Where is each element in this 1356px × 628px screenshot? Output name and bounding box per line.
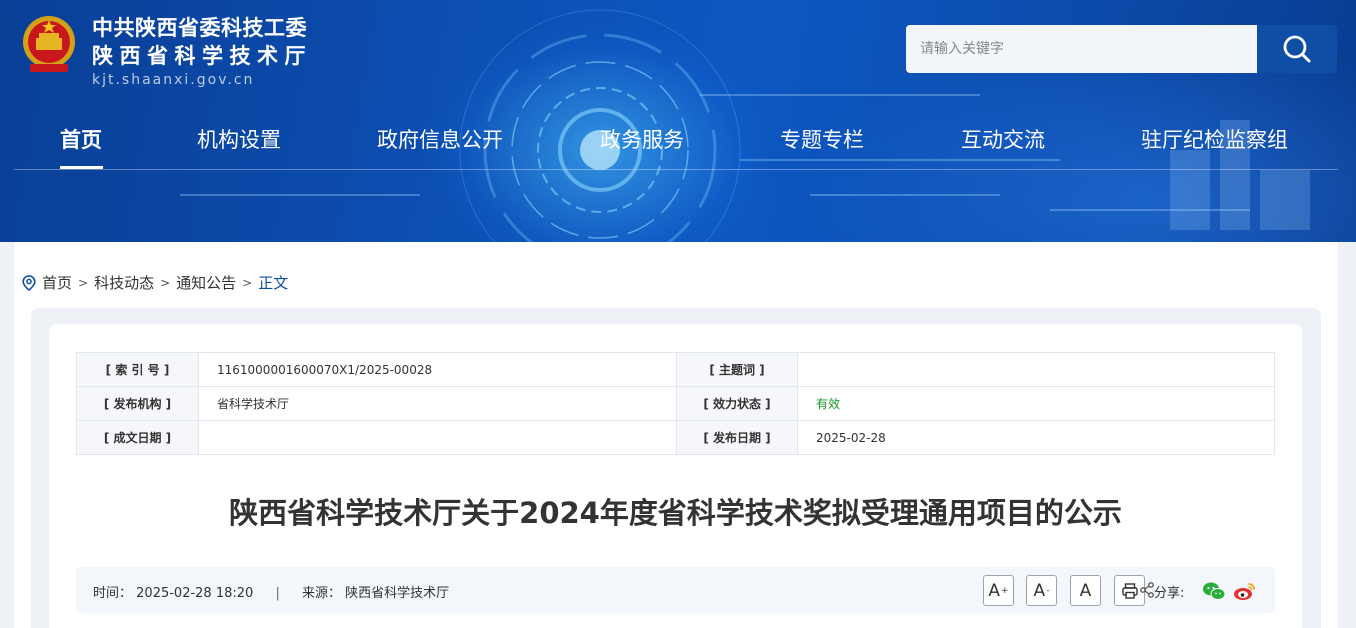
breadcrumb-home[interactable]: 首页: [42, 272, 72, 293]
site-name-primary: 中共陕西省委科技工委: [92, 16, 307, 40]
site-header: 中共陕西省委科技工委 陕西省科学技术厅 kjt.shaanxi.gov.cn 首…: [0, 0, 1356, 242]
meta-value-status: 有效: [797, 386, 1275, 421]
nav-item-discipline[interactable]: 驻厅纪检监察组: [1141, 124, 1288, 154]
printer-icon: [1121, 582, 1138, 599]
font-normal-label: A: [1079, 580, 1092, 601]
article-title: 陕西省科学技术厅关于2024年度省科学技术奖拟受理通用项目的公示: [229, 496, 1122, 530]
publish-time: 2025-02-28 18:20: [136, 586, 254, 601]
font-larger-button[interactable]: A +: [983, 575, 1014, 606]
national-emblem-icon: [23, 16, 75, 72]
font-larger-label: A: [988, 580, 1001, 601]
article-info: 时间： 2025-02-28 18:20 | 来源： 陕西省科学技术厅: [93, 582, 449, 601]
time-label: 时间：: [93, 586, 133, 601]
share-label: 分享:: [1154, 586, 1185, 601]
search-icon: [1283, 35, 1311, 63]
breadcrumb-separator: >: [160, 275, 171, 290]
breadcrumb-current: 正文: [258, 274, 289, 292]
main-nav: 首页 机构设置 政府信息公开 政务服务 专题专栏 互动交流 驻厅纪检监察组: [0, 110, 1356, 170]
meta-label-pubdate: [ 发布日期 ]: [676, 420, 798, 455]
search-input[interactable]: [906, 25, 1257, 73]
meta-label-created: [ 成文日期 ]: [76, 420, 199, 455]
table-row: [ 成文日期 ] [ 发布日期 ] 2025-02-28: [76, 420, 1275, 455]
source-label: 来源：: [301, 586, 341, 601]
breadcrumb-notices[interactable]: 通知公告: [176, 272, 236, 293]
meta-value-created: [198, 420, 677, 455]
nav-item-gov-info[interactable]: 政府信息公开: [377, 124, 503, 154]
meta-label-keyword: [ 主题词 ]: [676, 352, 798, 387]
meta-value-index: 1161000001600070X1/2025-00028: [198, 352, 677, 387]
content-wrapper: [ 索 引 号 ] 1161000001600070X1/2025-00028 …: [31, 308, 1321, 628]
site-domain: kjt.shaanxi.gov.cn: [92, 72, 255, 88]
meta-value-pubdate: 2025-02-28: [797, 420, 1275, 455]
source-value: 陕西省科学技术厅: [345, 586, 450, 601]
nav-item-organization[interactable]: 机构设置: [197, 124, 281, 154]
meta-value-publisher: 省科学技术厅: [198, 386, 677, 421]
nav-item-home[interactable]: 首页: [60, 124, 102, 154]
article-card: [ 索 引 号 ] 1161000001600070X1/2025-00028 …: [49, 324, 1302, 628]
share-icon[interactable]: [1140, 581, 1154, 599]
breadcrumb-news[interactable]: 科技动态: [94, 272, 154, 293]
search-button[interactable]: [1257, 25, 1337, 73]
font-normal-button[interactable]: A: [1070, 575, 1101, 606]
nav-item-topics[interactable]: 专题专栏: [780, 124, 864, 154]
breadcrumb-separator: >: [242, 275, 253, 290]
breadcrumb-separator: >: [78, 275, 89, 290]
wechat-icon[interactable]: [1202, 581, 1226, 601]
meta-label-publisher: [ 发布机构 ]: [76, 386, 199, 421]
nav-item-services[interactable]: 政务服务: [600, 124, 684, 154]
site-name-secondary: 陕西省科学技术厅: [92, 44, 312, 68]
weibo-icon[interactable]: [1233, 581, 1257, 601]
document-meta-table: [ 索 引 号 ] 1161000001600070X1/2025-00028 …: [76, 352, 1275, 455]
nav-divider: [14, 169, 1338, 170]
font-smaller-label: A: [1033, 580, 1046, 601]
nav-item-interaction[interactable]: 互动交流: [961, 124, 1045, 154]
meta-label-index: [ 索 引 号 ]: [76, 352, 199, 387]
article-info-bar: 时间： 2025-02-28 18:20 | 来源： 陕西省科学技术厅 A + A…: [76, 567, 1275, 613]
breadcrumb: 首页 > 科技动态 > 通知公告 > 正文: [22, 272, 288, 293]
meta-value-keyword: [797, 352, 1275, 387]
main-content: 首页 > 科技动态 > 通知公告 > 正文 [ 索 引 号 ] 11610000…: [14, 242, 1338, 628]
table-row: [ 发布机构 ] 省科学技术厅 [ 效力状态 ] 有效: [76, 386, 1275, 421]
location-pin-icon: [22, 274, 36, 291]
plus-sign: +: [1001, 585, 1009, 596]
table-row: [ 索 引 号 ] 1161000001600070X1/2025-00028 …: [76, 352, 1275, 387]
font-smaller-button[interactable]: A-: [1026, 575, 1057, 606]
meta-label-status: [ 效力状态 ]: [676, 386, 798, 421]
minus-sign: -: [1046, 585, 1050, 596]
info-divider: |: [275, 586, 280, 601]
